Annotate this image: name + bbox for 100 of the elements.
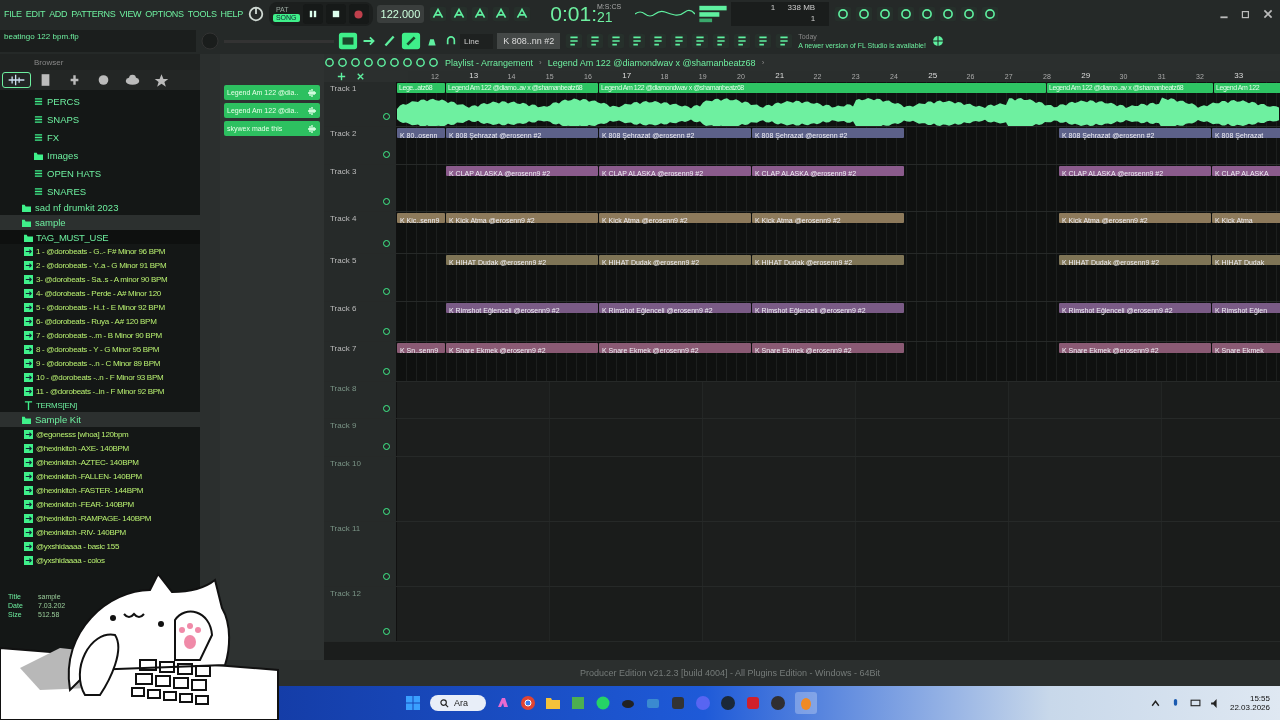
browser-item[interactable]: 5 - @dorobeats - H..t - E Minor 92 BPM [0,300,200,314]
audio-file-icon [24,246,33,256]
browser-item[interactable]: @hexinkitch -FALLEN- 140BPM [0,469,200,483]
browser-item[interactable]: @egonesss [whoa] 120bpm [0,427,200,441]
audio-file-icon [24,443,33,453]
bar-number: 21 [775,71,785,80]
close-icon[interactable] [355,71,366,82]
browser-item[interactable]: PERCS [0,92,200,110]
track-name[interactable]: Track 7 [330,344,357,353]
audio-file-icon [24,330,33,340]
menu-item[interactable]: FILE [4,9,22,19]
browser-item[interactable]: TERMS[EN] [0,398,200,412]
audio-file-icon [24,372,33,382]
pack-icon [34,96,43,106]
tempo-display[interactable]: 122.000 [376,5,425,23]
track-name[interactable]: Track 9 [330,421,357,430]
browser-item[interactable]: sad nf drumkit 2023 [0,200,200,215]
browser-item[interactable]: @yxshidaaaa - basic 155 [0,539,200,553]
oscilloscope [635,9,696,19]
browser-item[interactable]: sample [0,215,200,230]
audio-file-icon [24,260,33,270]
breadcrumb-separator: › [539,58,542,67]
close-icon[interactable] [1262,8,1274,20]
browser-title: Browser [34,57,64,67]
browser-item[interactable]: @hexinkitch -FASTER- 144BPM [0,483,200,497]
browser-item[interactable]: 4- @dorobeats - Perde - A# Minor 120 [0,286,200,300]
add-icon[interactable] [336,71,347,82]
song-time-centiseconds: 21 [597,10,613,25]
menu-item[interactable]: TOOLS [187,9,217,19]
browser-item[interactable]: @yxshidaaaa - colos [0,553,200,567]
browser-item[interactable]: SNARES [0,182,200,200]
browser-item[interactable]: @hexinkitch -FEAR- 140BPM [0,497,200,511]
bar-number: 17 [622,71,632,80]
browser-item[interactable]: Sample Kit [0,412,200,427]
record-button[interactable] [348,4,369,24]
audio-file-icon [24,457,33,467]
browser-item[interactable]: SNAPS [0,110,200,128]
menu-item[interactable]: OPTIONS [145,9,184,19]
audio-file-icon [24,316,33,326]
browser-item[interactable]: 10 - @dorobeats -..n - F Minor 93 BPM [0,370,200,384]
link-icon[interactable] [401,31,421,51]
polyphony-value: 1 [809,14,816,25]
menu-item[interactable]: PATTERNS [71,9,116,19]
knob-icon[interactable] [246,5,265,23]
browser-item[interactable]: 2 - @dorobeats - Y..a - G Minor 91 BPM [0,258,200,272]
browser-item[interactable]: TAG_MUST_USE [0,230,200,244]
browser-item[interactable]: Images [0,146,200,164]
track-name[interactable]: Track 4 [330,214,357,223]
browser-item[interactable]: @hexinkitch -RIV- 140BPM [0,525,200,539]
snap-dropdown[interactable]: Line [460,33,494,49]
track-name[interactable]: Track 10 [330,459,361,468]
audio-file-icon [24,288,33,298]
browser-item[interactable]: OPEN HATS [0,164,200,182]
browser-item[interactable]: @hexinkitch -AZTEC- 140BPM [0,455,200,469]
waveform-icon [307,105,317,116]
menu-item[interactable]: HELP [220,9,243,19]
browser-item[interactable]: 3- @dorobeats - Sa..s - A minor 90 BPM [0,272,200,286]
stop-icon [331,10,340,18]
track-name[interactable]: Track 5 [330,256,357,265]
browser-item[interactable]: 6- @dorobeats - Ruya - A# 120 BPM [0,314,200,328]
file-name: beatingo 122 bpm.flp [4,32,79,41]
browser-item[interactable]: 9 - @dorobeats -..n - C Minor 89 BPM [0,356,200,370]
audio-file-icon [24,302,33,312]
browser-item[interactable]: 11 - @dorobeats -..in - F Minor 92 BPM [0,384,200,398]
browser-item[interactable]: 7 - @dorobeats -..m - B Minor 90 BPM [0,328,200,342]
track-name[interactable]: Track 11 [330,524,361,533]
level-meter-icon [699,4,728,24]
track-name[interactable]: Track 2 [330,129,357,138]
browser-item[interactable]: @hexinkitch -RAMPAGE- 140BPM [0,511,200,525]
pack-icon [34,168,43,178]
folder-icon[interactable] [545,695,561,711]
song-title: Legend Am 122 @diamondwav x @shamanbeatz68 [547,57,756,68]
track-name[interactable]: Track 3 [330,167,357,176]
breadcrumb-arrow[interactable]: › [761,58,765,67]
track-name[interactable]: Track 1 [330,84,357,93]
menu-item[interactable]: VIEW [119,9,142,19]
browser-item[interactable]: FX [0,128,200,146]
taskbar-search[interactable]: Ara [430,695,486,711]
chevron-up-icon[interactable] [1149,697,1161,709]
folder-icon [34,150,43,160]
piano-icon[interactable] [338,31,358,51]
track-name[interactable]: Track 8 [330,384,357,393]
network-icon[interactable] [1189,697,1201,709]
browser-item[interactable]: 8 - @dorobeats - Y - G Minor 95 BPM [0,342,200,356]
browser-item[interactable]: 1 - @dorobeats - G..- F# Minor 96 BPM [0,244,200,258]
pattern-selector[interactable]: K 808..nn #2 [497,33,561,49]
waveform-tab-icon[interactable] [2,72,31,88]
audio-file-icon [24,429,33,439]
stop-button[interactable] [325,4,346,24]
audio-file-icon [24,274,33,284]
start-icon[interactable] [405,695,421,711]
pause-button[interactable] [302,4,323,24]
menu-item[interactable]: ADD [49,9,68,19]
track-name[interactable]: Track 12 [330,589,361,598]
menu-item[interactable]: EDIT [25,9,46,19]
restore-icon[interactable] [1240,8,1252,20]
browser-item[interactable]: @hexinkitch -AXE- 140BPM [0,441,200,455]
browser-icon[interactable] [520,695,536,711]
track-name[interactable]: Track 6 [330,304,357,313]
pack-icon [34,132,43,142]
